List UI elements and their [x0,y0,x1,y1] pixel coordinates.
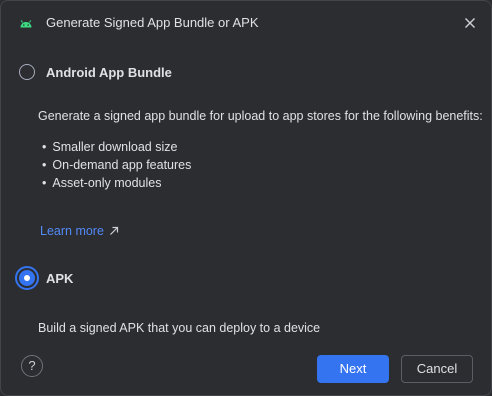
android-icon [19,16,33,28]
apk-description: Build a signed APK that you can deploy t… [38,321,321,335]
dialog-titlebar: Generate Signed App Bundle or APK [1,1,491,45]
external-link-icon [110,226,119,235]
apk-label: APK [46,270,74,286]
next-button[interactable]: Next [317,355,389,383]
bundle-benefits-list: Smaller download size On-demand app feat… [42,138,191,192]
list-item: Asset-only modules [42,174,191,192]
android-app-bundle-option[interactable]: Android App Bundle [19,61,172,83]
list-item: On-demand app features [42,156,191,174]
learn-more-link[interactable]: Learn more [40,224,119,238]
android-app-bundle-radio[interactable] [19,64,35,80]
list-item: Smaller download size [42,138,191,156]
apk-option[interactable]: APK [19,267,73,289]
cancel-button[interactable]: Cancel [401,355,473,383]
generate-signed-bundle-dialog: Generate Signed App Bundle or APK Androi… [0,0,492,396]
android-app-bundle-label: Android App Bundle [46,64,172,80]
dialog-title: Generate Signed App Bundle or APK [46,15,259,30]
apk-radio[interactable] [19,270,35,286]
learn-more-label: Learn more [40,224,104,238]
bundle-description: Generate a signed app bundle for upload … [38,109,483,123]
close-icon[interactable] [461,14,479,32]
help-button[interactable]: ? [21,355,43,377]
